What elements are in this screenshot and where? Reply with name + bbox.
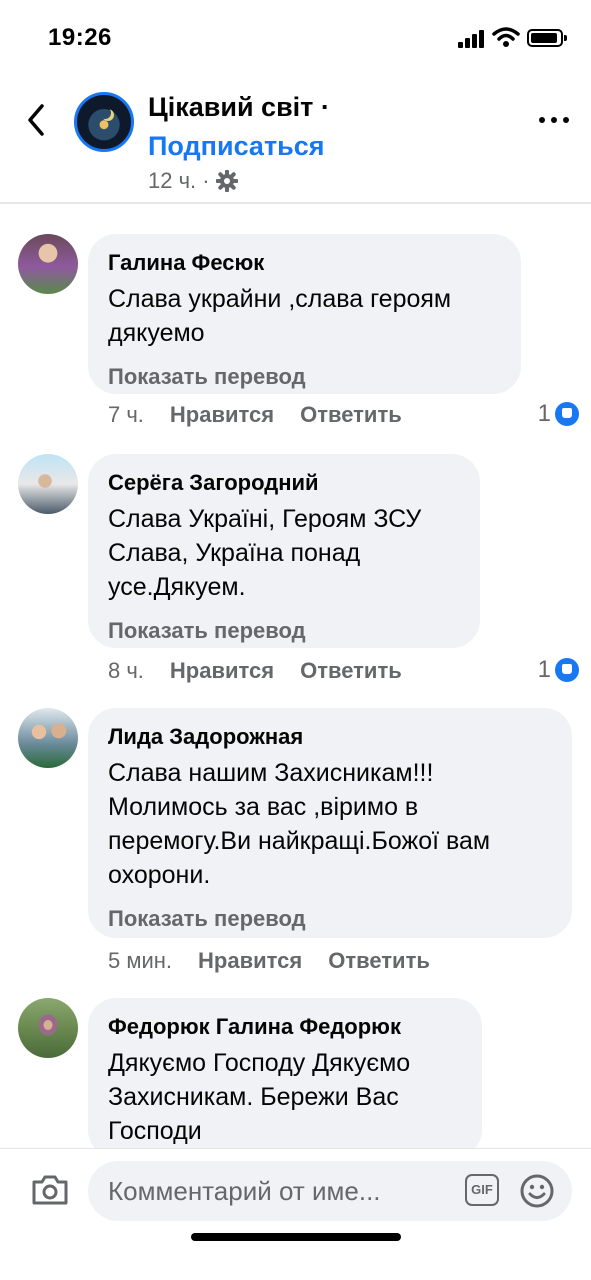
post-time: 12 ч. · <box>148 168 210 193</box>
page-avatar[interactable] <box>74 92 134 152</box>
reply-button[interactable]: Ответить <box>328 948 430 974</box>
reply-button[interactable]: Ответить <box>300 658 402 684</box>
comment-actions: 7 ч. Нравится Ответить <box>108 402 428 428</box>
back-chevron-icon[interactable] <box>22 100 52 140</box>
status-time: 19:26 <box>48 24 112 51</box>
wifi-icon <box>492 27 520 47</box>
comment-text: Слава Україні, Героям ЗСУ Слава, Україна… <box>108 505 422 601</box>
signal-icon <box>458 30 486 48</box>
comment-composer: GIF <box>0 1148 591 1280</box>
like-button[interactable]: Нравится <box>170 402 274 428</box>
home-indicator <box>191 1233 401 1241</box>
header-divider <box>0 202 591 204</box>
like-button[interactable]: Нравится <box>198 948 302 974</box>
comment-actions: 5 мин. Нравится Ответить <box>108 948 456 974</box>
comment-text: Слава нашим Захисникам!!! Молимось за ва… <box>108 759 491 889</box>
comment-bubble: Серёга Загородний Слава Україні, Героям … <box>88 454 480 648</box>
avatar[interactable] <box>18 234 78 294</box>
comment-author[interactable]: Галина Фесюк <box>108 248 501 278</box>
gif-icon[interactable]: GIF <box>465 1174 499 1206</box>
show-translation-link[interactable]: Показать перевод <box>108 904 552 934</box>
post-header: Цікавий світ · Подписаться 12 ч. · <box>0 78 591 202</box>
page-name[interactable]: Цікавий світ · <box>148 92 330 123</box>
like-icon <box>555 658 579 682</box>
show-translation-link[interactable]: Показать перевод <box>108 362 501 392</box>
comment-bubble: Галина Фесюк Слава украйни ,слава героям… <box>88 234 521 394</box>
status-bar: 19:26 <box>0 0 591 78</box>
post-meta: 12 ч. · <box>148 168 238 194</box>
comment-author[interactable]: Серёга Загородний <box>108 468 460 498</box>
comment-time: 5 мин. <box>108 948 173 973</box>
battery-icon <box>527 29 567 47</box>
avatar[interactable] <box>18 454 78 514</box>
comment-actions: 8 ч. Нравится Ответить <box>108 658 428 684</box>
comment-author[interactable]: Федорюк Галина Федорюк <box>108 1012 462 1042</box>
avatar[interactable] <box>18 708 78 768</box>
like-icon <box>555 402 579 426</box>
comment-bubble: Федорюк Галина Федорюк Дякуємо Господу Д… <box>88 998 482 1158</box>
show-translation-link[interactable]: Показать перевод <box>108 616 460 646</box>
gear-icon <box>215 170 238 192</box>
comment-input[interactable] <box>88 1161 572 1221</box>
comment-text: Слава украйни ,слава героям дякуемо <box>108 285 452 347</box>
reaction-count[interactable]: 1 <box>538 400 579 428</box>
comment-time: 8 ч. <box>108 658 144 683</box>
like-button[interactable]: Нравится <box>170 658 274 684</box>
reply-button[interactable]: Ответить <box>300 402 402 428</box>
comment-author[interactable]: Лида Задорожная <box>108 722 552 752</box>
comment-text: Дякуємо Господу Дякуємо Захисникам. Бере… <box>108 1049 411 1145</box>
avatar[interactable] <box>18 998 78 1058</box>
reaction-count[interactable]: 1 <box>538 656 579 684</box>
comment-time: 7 ч. <box>108 402 144 427</box>
emoji-icon[interactable] <box>519 1173 555 1209</box>
camera-icon[interactable] <box>30 1173 70 1207</box>
more-icon[interactable] <box>534 108 574 132</box>
subscribe-link[interactable]: Подписаться <box>148 131 325 162</box>
comment-bubble: Лида Задорожная Слава нашим Захисникам!!… <box>88 708 572 938</box>
